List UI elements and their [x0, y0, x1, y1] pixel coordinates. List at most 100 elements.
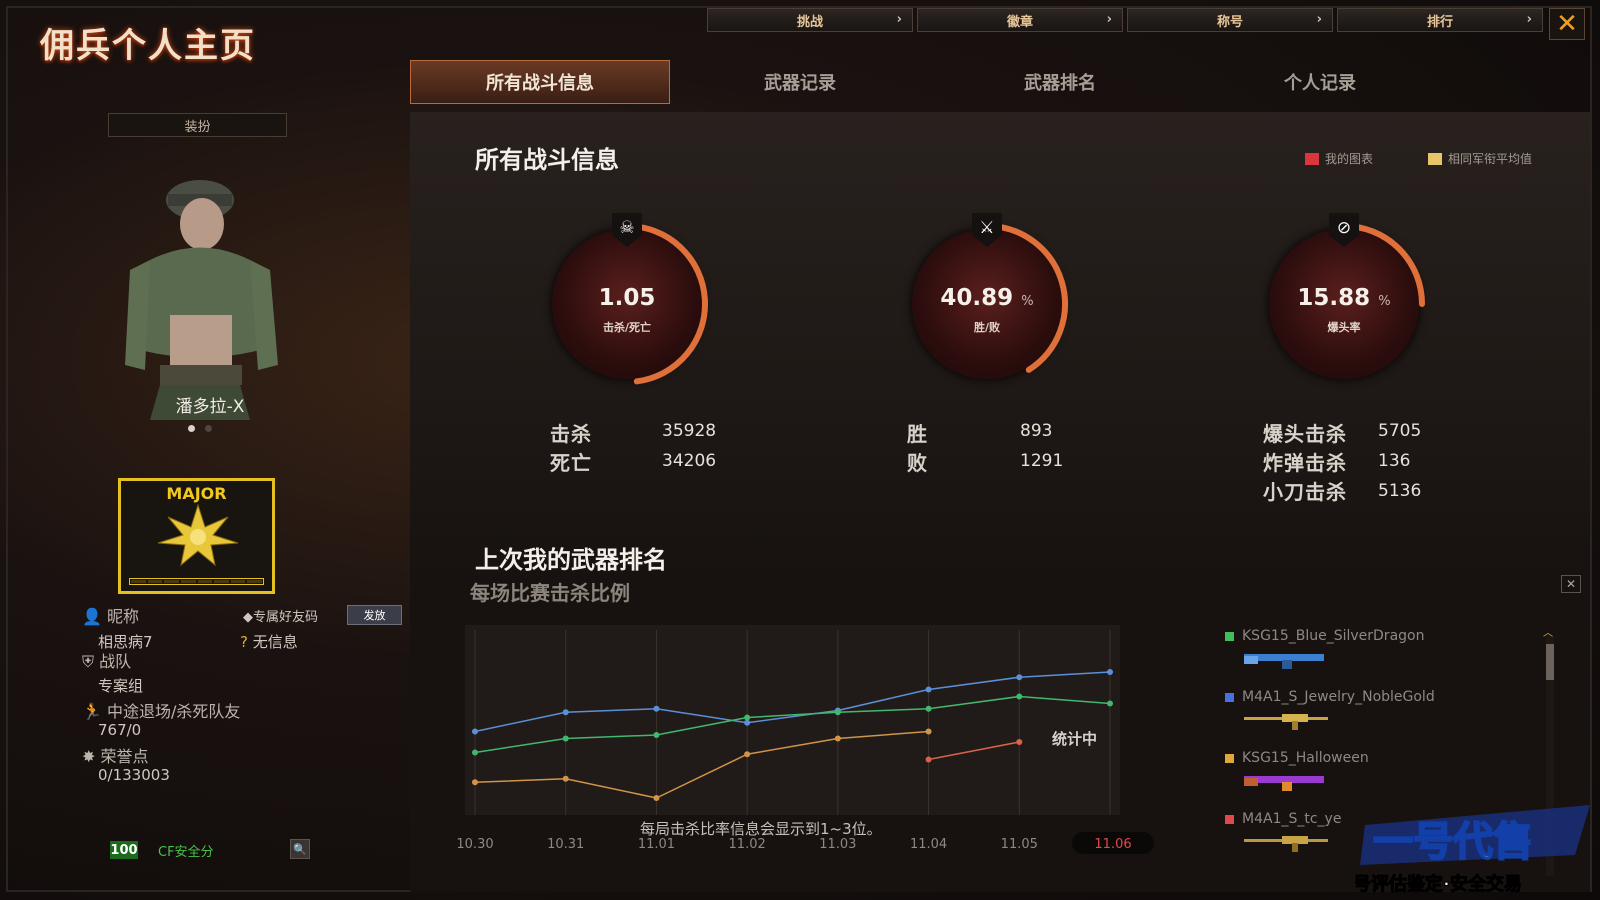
- gauge-win-loss: ⚔ 40.89 % 胜/败: [902, 213, 1072, 389]
- top-nav-challenge[interactable]: 挑战 ›: [707, 8, 913, 32]
- shotgun-icon: [1244, 654, 1324, 669]
- gauge-value: 1.05: [542, 285, 712, 311]
- chart-point: [1107, 669, 1113, 675]
- chart-point: [1016, 693, 1023, 700]
- legend-swatch: [1428, 152, 1442, 165]
- legend-rank-average[interactable]: 相同军衔平均值: [1428, 150, 1532, 167]
- gauge-value: 15.88 %: [1259, 285, 1429, 311]
- chart-point: [744, 751, 751, 758]
- chart-point: [925, 728, 932, 735]
- chart-point: [925, 756, 932, 763]
- chevron-right-icon: ›: [1106, 12, 1112, 27]
- top-nav-label: 徽章: [1006, 14, 1033, 30]
- stat-label-deaths: 死亡: [550, 451, 592, 475]
- rank-badge: MAJOR: [118, 478, 275, 594]
- chart-point: [562, 709, 569, 716]
- close-icon: ✕: [1565, 577, 1577, 591]
- person-icon: 👤: [82, 607, 102, 626]
- weapon-swatch: [1225, 632, 1234, 641]
- top-nav-title[interactable]: 称号 ›: [1127, 8, 1333, 32]
- top-nav-badge[interactable]: 徽章 ›: [917, 8, 1123, 32]
- rifle-icon: [1244, 836, 1328, 852]
- chevron-right-icon: ›: [896, 12, 902, 27]
- nickname-label-row: 👤 昵称: [82, 603, 139, 627]
- gauge-unit: %: [1021, 294, 1034, 309]
- quit-label: 中途退场/杀死队友: [107, 702, 241, 721]
- pager-dot[interactable]: [188, 425, 195, 432]
- dress-up-button[interactable]: 装扮: [108, 113, 287, 137]
- chart-point: [834, 709, 841, 716]
- chart-status: 统计中: [1052, 730, 1098, 748]
- gauge-value: 40.89 %: [902, 285, 1072, 311]
- weapon-swatch: [1225, 754, 1234, 763]
- shield-icon: ⛨: [82, 652, 95, 671]
- tab-all-battle-info[interactable]: 所有战斗信息: [410, 60, 670, 104]
- tab-bar: 所有战斗信息 武器记录 武器排名 个人记录: [410, 60, 1450, 104]
- pager-dot[interactable]: [205, 425, 212, 432]
- chart-point: [1107, 700, 1113, 707]
- search-icon: 🔍: [293, 842, 307, 856]
- shotgun-icon: [1244, 776, 1324, 791]
- chart-x-tick-label: 10.31: [547, 837, 584, 852]
- chart-x-tick-label: 11.01: [638, 837, 675, 852]
- stat-label-knife-kills: 小刀击杀: [1263, 480, 1347, 504]
- legend-label: 相同军衔平均值: [1448, 152, 1533, 166]
- close-icon: ✕: [1556, 9, 1578, 39]
- stat-value-losses: 1291: [1020, 451, 1064, 471]
- top-nav-label: 挑战: [796, 14, 823, 30]
- security-score: 100: [110, 841, 138, 859]
- chart-point: [1016, 739, 1023, 745]
- close-button[interactable]: ✕: [1549, 8, 1585, 40]
- weapon-name: M4A1_S_tc_ye: [1242, 811, 1342, 827]
- star-icon: ✸: [82, 747, 96, 766]
- send-friend-code-button[interactable]: 发放: [347, 605, 402, 625]
- chevron-right-icon: ›: [1316, 12, 1322, 27]
- quit-label-row: 🏃 中途退场/杀死队友: [82, 698, 240, 722]
- legend-my-chart[interactable]: 我的图表: [1305, 150, 1373, 167]
- friend-code-value: 无信息: [252, 633, 298, 651]
- team-value: 专案组: [98, 677, 144, 695]
- chart-x-tick-label: 11.05: [1001, 837, 1038, 852]
- stat-label-kills: 击杀: [550, 422, 592, 446]
- chart-point: [834, 735, 841, 742]
- chart-x-tick-label: 10.30: [456, 837, 493, 852]
- chart-plot-area: [465, 625, 1120, 815]
- scrollbar-thumb[interactable]: [1546, 644, 1554, 680]
- character-portrait: [125, 180, 278, 420]
- team-label: 战队: [99, 652, 132, 671]
- weapon-rank-subheading: 每场比赛击杀比例: [470, 581, 630, 605]
- weapon-name: KSG15_Blue_SilverDragon: [1242, 628, 1425, 644]
- top-nav-label: 称号: [1216, 14, 1243, 30]
- tab-weapon-records[interactable]: 武器记录: [670, 60, 930, 104]
- chart-point: [562, 735, 569, 742]
- stat-value-knife-kills: 5136: [1378, 481, 1422, 501]
- gauge-kd: ☠ 1.05 击杀/死亡: [542, 213, 712, 389]
- chart-point: [562, 775, 569, 782]
- security-search-button[interactable]: 🔍: [290, 839, 310, 859]
- top-nav: 挑战 › 徽章 › 称号 › 排行 ›: [707, 8, 1543, 32]
- top-nav-ranking[interactable]: 排行 ›: [1337, 8, 1543, 32]
- chart-note: 每局击杀比率信息会显示到1~3位。: [640, 820, 882, 838]
- tab-weapon-ranking[interactable]: 武器排名: [930, 60, 1190, 104]
- chevron-right-icon: ›: [1526, 12, 1532, 27]
- question-icon: ?: [240, 633, 248, 651]
- chart-point: [1016, 674, 1023, 681]
- tag-icon: ◆: [243, 610, 253, 625]
- watermark-logo: 一号代售 账号评估鉴定·安全交易: [1355, 805, 1590, 896]
- watermark-text: 一号代售: [1373, 819, 1533, 865]
- stat-label-headshot-kills: 爆头击杀: [1263, 422, 1347, 446]
- gauge-unit: %: [1378, 294, 1391, 309]
- chart-point: [472, 749, 478, 756]
- stat-value-kills: 35928: [662, 421, 717, 441]
- legend-swatch: [1305, 152, 1319, 165]
- team-label-row: ⛨ 战队: [82, 648, 131, 672]
- tab-personal-records[interactable]: 个人记录: [1190, 60, 1450, 104]
- gauge-label: 胜/败: [973, 321, 1001, 334]
- chart-point: [925, 705, 932, 712]
- chart-x-tick-label: 11.06: [1094, 837, 1131, 852]
- weapon-name: M4A1_S_Jewelry_NobleGold: [1242, 689, 1435, 705]
- weapon-name: KSG15_Halloween: [1242, 750, 1369, 766]
- close-chart-button[interactable]: ✕: [1561, 575, 1581, 593]
- chart-point: [744, 714, 751, 721]
- chart-x-tick-label: 11.04: [910, 837, 947, 852]
